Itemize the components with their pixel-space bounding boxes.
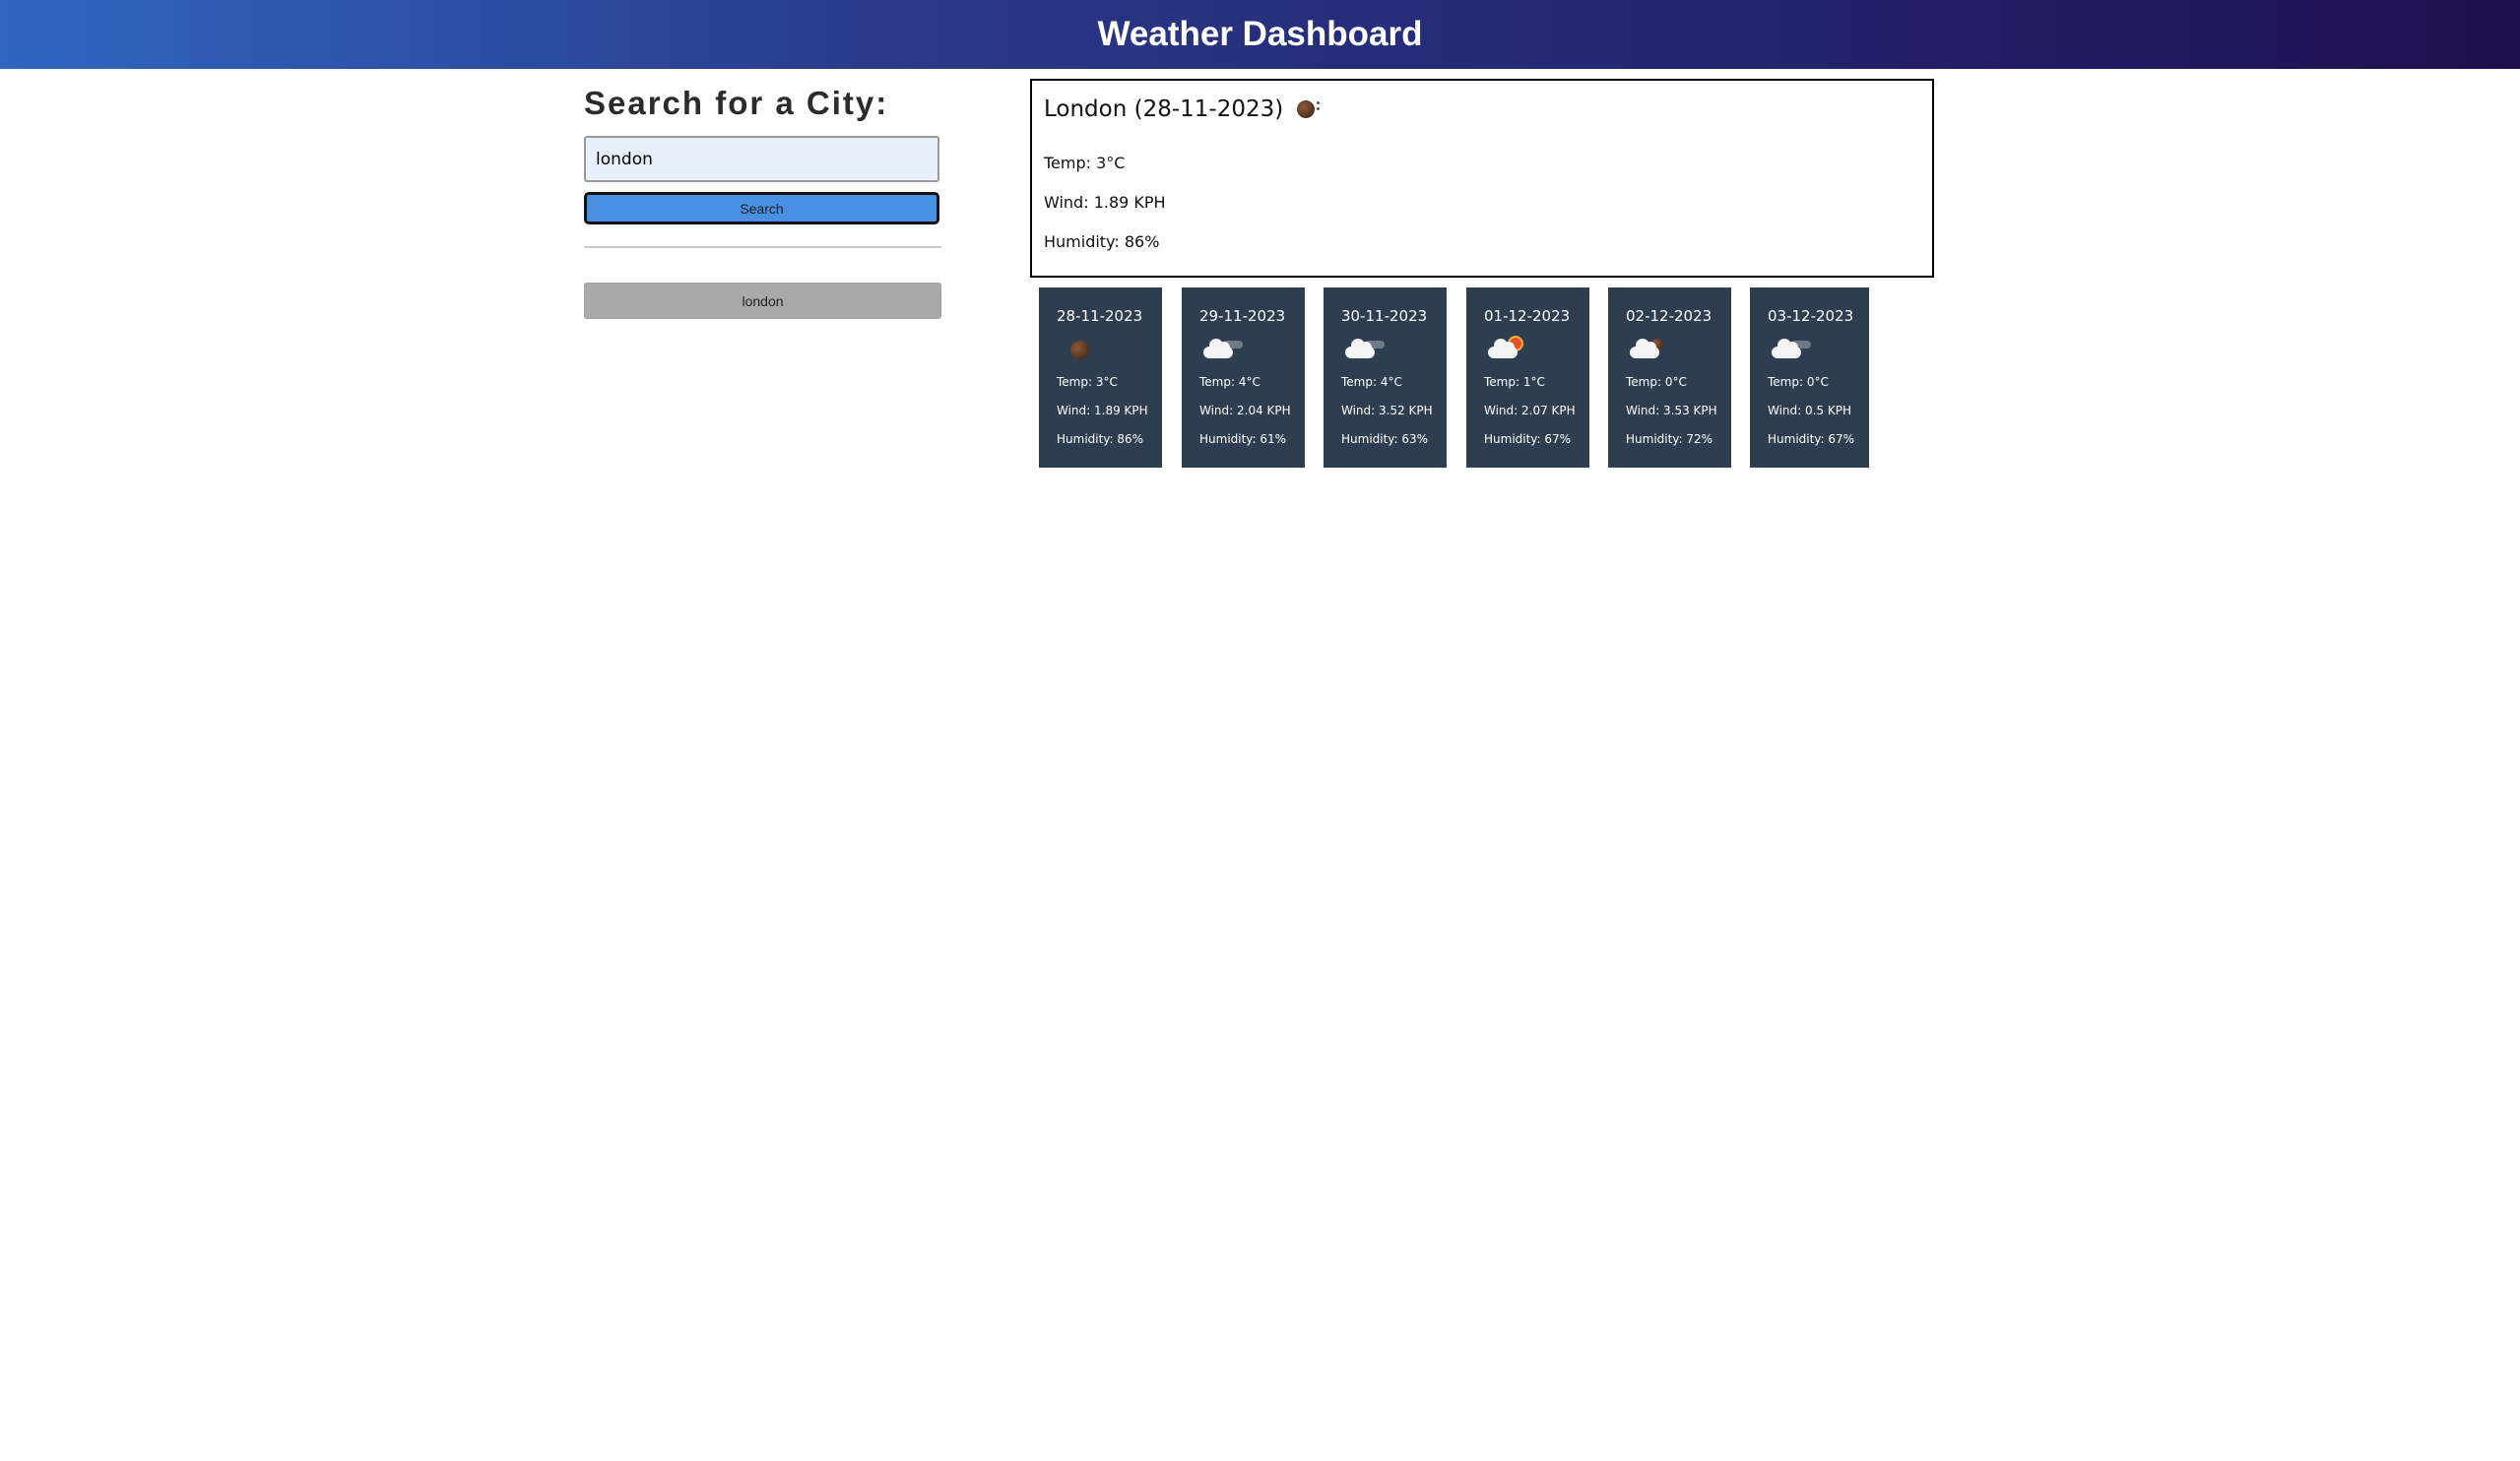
forecast-card: 03-12-2023 Temp: 0°C Wind: 0.5 KPH Humid… [1750, 287, 1869, 468]
forecast-date: 01-12-2023 [1484, 307, 1571, 325]
page-header: Weather Dashboard [0, 0, 2520, 69]
forecast-wind: Wind: 2.04 KPH [1199, 404, 1291, 417]
search-heading: Search for a City: [584, 85, 889, 121]
forecast-date: 03-12-2023 [1768, 307, 1854, 325]
forecast-humidity: Humidity: 61% [1199, 432, 1287, 446]
moon-cloud-icon [1626, 333, 1731, 366]
city-search-input[interactable] [584, 136, 939, 182]
night-cloud-icon [1768, 333, 1869, 366]
current-temp: Temp: 3°C [1044, 154, 1126, 172]
search-sidebar: Search for a City: Search london [584, 85, 941, 319]
current-weather-panel: London (28-11-2023) Temp: 3°C Wind: 1.89… [1030, 79, 1934, 278]
forecast-temp: Temp: 3°C [1057, 375, 1118, 389]
current-city-date: London (28-11-2023) [1044, 96, 1284, 122]
history-button-london[interactable]: london [584, 283, 941, 319]
forecast-temp: Temp: 0°C [1626, 375, 1687, 389]
search-button[interactable]: Search [584, 192, 939, 224]
current-wind: Wind: 1.89 KPH [1044, 193, 1166, 212]
forecast-humidity: Humidity: 86% [1057, 432, 1144, 446]
night-cloud-icon [1199, 333, 1305, 366]
current-humidity: Humidity: 86% [1044, 232, 1160, 251]
forecast-wind: Wind: 0.5 KPH [1768, 404, 1852, 417]
forecast-card: 01-12-2023 Temp: 1°C Wind: 2.07 KPH Humi… [1466, 287, 1589, 468]
forecast-wind: Wind: 3.53 KPH [1626, 404, 1717, 417]
forecast-date: 29-11-2023 [1199, 307, 1286, 325]
forecast-temp: Temp: 1°C [1484, 375, 1545, 389]
forecast-wind: Wind: 2.07 KPH [1484, 404, 1576, 417]
sidebar-divider [584, 246, 941, 248]
forecast-date: 28-11-2023 [1057, 307, 1143, 325]
forecast-humidity: Humidity: 67% [1484, 432, 1572, 446]
current-weather-title: London (28-11-2023) [1044, 96, 1920, 122]
forecast-card: 02-12-2023 Temp: 0°C Wind: 3.53 KPH Humi… [1608, 287, 1731, 468]
forecast-temp: Temp: 0°C [1768, 375, 1829, 389]
night-cloud-icon [1341, 333, 1447, 366]
night-icon [1057, 333, 1162, 366]
page-title: Weather Dashboard [1097, 15, 1423, 53]
forecast-wind: Wind: 3.52 KPH [1341, 404, 1433, 417]
moon-icon [1297, 100, 1321, 118]
forecast-card: 28-11-2023 Temp: 3°C Wind: 1.89 KPH Humi… [1039, 287, 1162, 468]
forecast-card: 30-11-2023 Temp: 4°C Wind: 3.52 KPH Humi… [1324, 287, 1447, 468]
forecast-temp: Temp: 4°C [1199, 375, 1260, 389]
forecast-humidity: Humidity: 63% [1341, 432, 1429, 446]
forecast-date: 30-11-2023 [1341, 307, 1428, 325]
forecast-date: 02-12-2023 [1626, 307, 1712, 325]
sun-cloud-icon [1484, 333, 1589, 366]
forecast-humidity: Humidity: 72% [1626, 432, 1713, 446]
forecast-card: 29-11-2023 Temp: 4°C Wind: 2.04 KPH Humi… [1182, 287, 1305, 468]
forecast-humidity: Humidity: 67% [1768, 432, 1855, 446]
forecast-wind: Wind: 1.89 KPH [1057, 404, 1148, 417]
forecast-temp: Temp: 4°C [1341, 375, 1402, 389]
